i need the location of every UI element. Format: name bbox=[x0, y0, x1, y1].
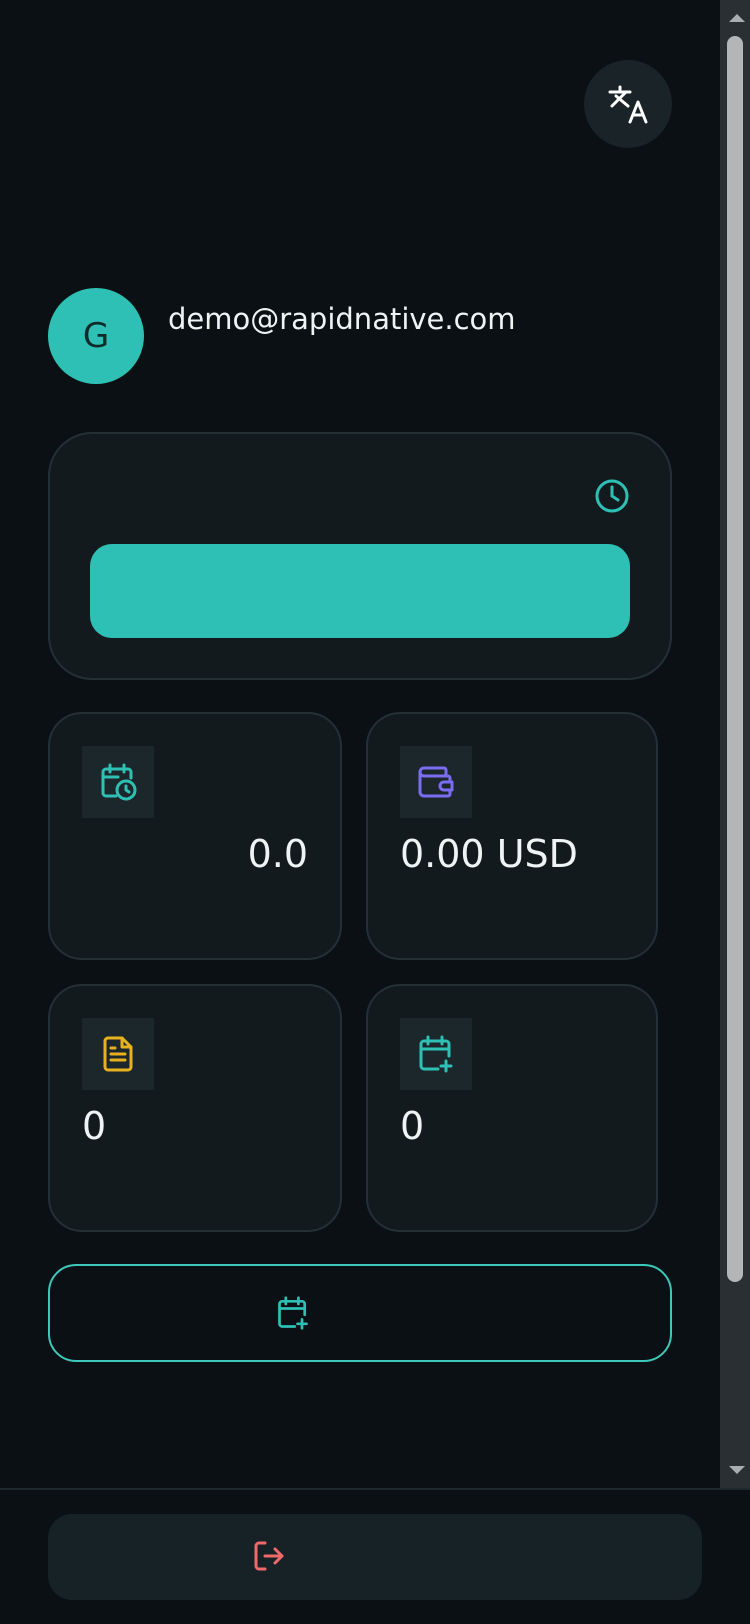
scroll-down-arrow[interactable] bbox=[729, 1466, 745, 1474]
avatar-initial: G bbox=[82, 316, 110, 356]
stat-icon-box bbox=[82, 1018, 154, 1090]
calendar-plus-icon bbox=[278, 1296, 308, 1330]
hero-card bbox=[48, 432, 672, 680]
stat-card-documents[interactable]: 0 bbox=[48, 984, 342, 1232]
stat-value-balance: 0.00 USD bbox=[400, 832, 578, 876]
stat-card-hours[interactable]: 0.0 bbox=[48, 712, 342, 960]
scroll-thumb[interactable] bbox=[727, 36, 743, 1282]
stat-card-bookings[interactable]: 0 bbox=[366, 984, 658, 1232]
scroll-up-arrow[interactable] bbox=[729, 14, 745, 22]
user-email: demo@rapidnative.com bbox=[168, 302, 516, 336]
clock-icon[interactable] bbox=[594, 478, 630, 514]
document-icon bbox=[103, 1036, 133, 1072]
wallet-icon bbox=[418, 766, 454, 798]
scroll-content[interactable]: G demo@rapidnative.com 0.0 0.00 USD 0 0 bbox=[0, 0, 720, 1488]
stat-value-hours: 0.0 bbox=[247, 832, 308, 876]
stat-icon-box bbox=[82, 746, 154, 818]
stat-card-balance[interactable]: 0.00 USD bbox=[366, 712, 658, 960]
primary-action-button[interactable] bbox=[90, 544, 630, 638]
vertical-scrollbar[interactable] bbox=[720, 0, 750, 1488]
logout-button[interactable] bbox=[48, 1514, 702, 1600]
translate-button[interactable] bbox=[584, 60, 672, 148]
calendar-clock-icon bbox=[101, 763, 137, 801]
calendar-plus-icon bbox=[419, 1035, 453, 1073]
translate-icon bbox=[608, 85, 648, 124]
stat-value-bookings: 0 bbox=[400, 1104, 425, 1148]
add-booking-button[interactable] bbox=[48, 1264, 672, 1362]
logout-icon bbox=[254, 1541, 284, 1571]
app-root: G demo@rapidnative.com 0.0 0.00 USD 0 0 bbox=[0, 0, 750, 1624]
stat-value-documents: 0 bbox=[82, 1104, 107, 1148]
stat-icon-box bbox=[400, 746, 472, 818]
avatar[interactable]: G bbox=[48, 288, 144, 384]
bottom-divider bbox=[0, 1488, 750, 1490]
stat-icon-box bbox=[400, 1018, 472, 1090]
